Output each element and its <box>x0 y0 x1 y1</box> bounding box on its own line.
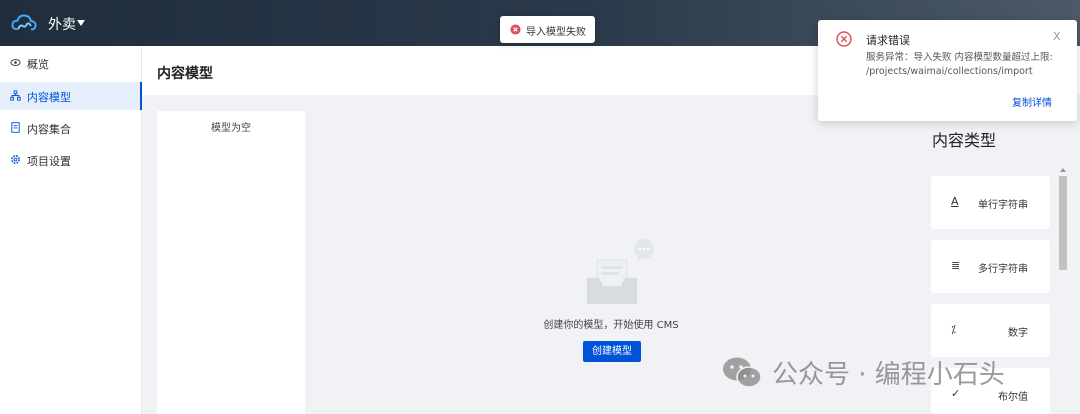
content-type-multi-line-string[interactable]: ≣ 多行字符串 <box>931 240 1050 293</box>
single-line-text-icon: A <box>951 195 959 208</box>
copy-details-link[interactable]: 复制详情 <box>1012 94 1052 109</box>
cloud-logo-icon[interactable] <box>11 13 37 33</box>
sidebar-item-label: 项目设置 <box>27 155 71 168</box>
notification-body: 服务异常：导入失败 内容模型数量超过上限: /projects/waimai/c… <box>866 52 1053 77</box>
sidebar-item-overview[interactable]: 概览 <box>0 49 142 77</box>
sidebar-item-project-settings[interactable]: 项目设置 <box>0 146 142 174</box>
sidebar: 概览 内容模型 内容集合 项目设置 <box>0 46 142 414</box>
eye-icon <box>10 59 21 66</box>
model-tree-icon <box>10 90 21 101</box>
chevron-down-icon[interactable] <box>77 20 85 26</box>
error-toast: 导入模型失败 <box>500 16 595 43</box>
gear-icon <box>11 155 20 164</box>
scrollbar-thumb[interactable] <box>1059 176 1067 270</box>
close-icon[interactable]: X <box>1053 30 1061 43</box>
empty-inbox-icon <box>587 239 654 304</box>
toast-message: 导入模型失败 <box>526 27 586 38</box>
notification-title: 请求错误 <box>866 34 910 47</box>
multi-line-text-icon: ≣ <box>951 259 961 272</box>
content-types-title: 内容类型 <box>932 131 997 150</box>
model-list-empty-text: 模型为空 <box>211 123 251 134</box>
model-list-panel: 模型为空 <box>157 111 305 414</box>
scroll-up-arrow-icon[interactable] <box>1060 168 1066 172</box>
content-type-label: 多行字符串 <box>978 264 1028 275</box>
sidebar-item-label: 概览 <box>27 58 49 71</box>
error-circle-outline-icon <box>836 31 852 47</box>
content-type-number[interactable]: ⁒ 数字 <box>931 304 1050 357</box>
sidebar-item-content-collection[interactable]: 内容集合 <box>0 114 142 142</box>
page-title: 内容模型 <box>157 66 213 82</box>
content-types-scrollbar[interactable] <box>1058 168 1068 414</box>
content-type-label: 数字 <box>1008 328 1028 339</box>
content-type-label: 单行字符串 <box>978 200 1028 211</box>
empty-state-text: 创建你的模型，开始使用 CMS <box>543 320 679 331</box>
collection-icon <box>11 122 20 133</box>
error-circle-icon <box>510 24 521 35</box>
content-type-single-line-string[interactable]: A 单行字符串 <box>931 176 1050 229</box>
sidebar-item-content-model[interactable]: 内容模型 <box>0 82 142 110</box>
sidebar-item-label: 内容模型 <box>27 91 71 104</box>
watermark-text: 公众号 · 编程小石头 <box>772 360 1005 390</box>
sidebar-item-label: 内容集合 <box>27 123 71 136</box>
project-switcher-label[interactable]: 外卖 <box>48 14 76 34</box>
number-icon: ⁒ <box>951 323 956 336</box>
wechat-icon <box>723 357 762 388</box>
error-notification: 请求错误 X 服务异常：导入失败 内容模型数量超过上限: /projects/w… <box>818 20 1077 121</box>
create-model-button[interactable]: 创建模型 <box>583 341 641 362</box>
